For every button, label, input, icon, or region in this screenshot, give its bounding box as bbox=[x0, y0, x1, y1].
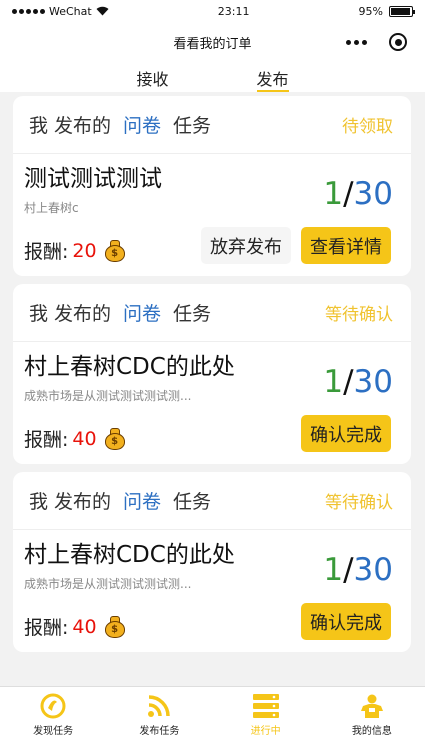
tab-my-info[interactable]: 我的信息 bbox=[319, 687, 425, 741]
server-icon bbox=[252, 693, 280, 719]
card-body: 村上春树CDC的此处 成熟市场是从测试测试测试测... 1/30 报酬: 40 … bbox=[13, 342, 411, 464]
order-list: 我 发布的 问卷 任务 待领取 测试测试测试 村上春树c 1/30 报酬: 20… bbox=[13, 96, 411, 660]
progress-done: 1 bbox=[323, 176, 344, 212]
reward-amount: 40 bbox=[72, 615, 97, 638]
card-type-task: 任务 bbox=[173, 491, 212, 513]
card-type: 我 发布的 问卷 任务 bbox=[29, 299, 211, 326]
reward-amount: 40 bbox=[72, 427, 97, 450]
progress-done: 1 bbox=[323, 364, 344, 400]
more-icon[interactable] bbox=[346, 39, 367, 45]
nav-bar: 看看我的订单 bbox=[0, 22, 425, 62]
reward-amount: 20 bbox=[72, 239, 97, 262]
order-card[interactable]: 我 发布的 问卷 任务 等待确认 村上春树CDC的此处 成熟市场是从测试测试测试… bbox=[13, 472, 411, 652]
card-type-task: 任务 bbox=[173, 115, 212, 137]
tab-publish-task[interactable]: 发布任务 bbox=[106, 687, 212, 741]
abandon-publish-button[interactable]: 放弃发布 bbox=[201, 227, 291, 264]
card-type: 我 发布的 问卷 任务 bbox=[29, 111, 211, 138]
task-progress: 1/30 bbox=[323, 552, 393, 588]
tab-label: 发现任务 bbox=[33, 726, 74, 737]
tab-in-progress[interactable]: 进行中 bbox=[213, 687, 319, 741]
money-bag-icon: $ bbox=[104, 239, 125, 262]
mini-program-capsule bbox=[346, 29, 407, 55]
card-type: 我 发布的 问卷 任务 bbox=[29, 487, 211, 514]
card-type-published: 发布的 bbox=[54, 491, 112, 513]
battery-percent: 95% bbox=[358, 4, 383, 18]
card-type-survey: 问卷 bbox=[123, 491, 162, 513]
battery-icon bbox=[389, 5, 415, 17]
page-title: 看看我的订单 bbox=[173, 36, 252, 52]
rss-icon bbox=[145, 693, 173, 719]
signal-group: WeChat bbox=[12, 5, 109, 18]
progress-total: 30 bbox=[353, 176, 393, 212]
reward-label: 报酬: bbox=[24, 241, 69, 263]
card-type-me: 我 bbox=[29, 491, 49, 513]
card-type-survey: 问卷 bbox=[123, 115, 162, 137]
wifi-icon bbox=[96, 6, 109, 16]
status-badge: 待领取 bbox=[342, 117, 393, 137]
card-header: 我 发布的 问卷 任务 等待确认 bbox=[13, 472, 411, 530]
progress-slash: / bbox=[343, 364, 354, 400]
task-progress: 1/30 bbox=[323, 176, 393, 212]
progress-total: 30 bbox=[353, 552, 393, 588]
progress-done: 1 bbox=[323, 552, 344, 588]
card-body: 村上春树CDC的此处 成熟市场是从测试测试测试测... 1/30 报酬: 40 … bbox=[13, 530, 411, 652]
profile-icon bbox=[358, 693, 386, 719]
card-actions: 确认完成 bbox=[301, 603, 391, 640]
progress-slash: / bbox=[343, 552, 354, 588]
tab-publish[interactable]: 发布 bbox=[256, 62, 289, 92]
card-type-me: 我 bbox=[29, 303, 49, 325]
reward-label: 报酬: bbox=[24, 617, 69, 639]
card-actions: 确认完成 bbox=[301, 415, 391, 452]
order-card[interactable]: 我 发布的 问卷 任务 待领取 测试测试测试 村上春树c 1/30 报酬: 20… bbox=[13, 96, 411, 276]
card-type-published: 发布的 bbox=[54, 115, 112, 137]
card-actions: 放弃发布 查看详情 bbox=[201, 227, 391, 264]
money-bag-icon: $ bbox=[104, 427, 125, 450]
tab-discover[interactable]: 发现任务 bbox=[0, 687, 106, 741]
card-type-me: 我 bbox=[29, 115, 49, 137]
progress-slash: / bbox=[343, 176, 354, 212]
view-details-button[interactable]: 查看详情 bbox=[301, 227, 391, 264]
bottom-tab-bar: 发现任务 发布任务 进行中 我的信息 bbox=[0, 686, 425, 741]
card-header: 我 发布的 问卷 任务 等待确认 bbox=[13, 284, 411, 342]
status-badge: 等待确认 bbox=[325, 493, 393, 513]
card-type-task: 任务 bbox=[173, 303, 212, 325]
order-card[interactable]: 我 发布的 问卷 任务 等待确认 村上春树CDC的此处 成熟市场是从测试测试测试… bbox=[13, 284, 411, 464]
discover-icon bbox=[39, 693, 67, 719]
card-type-published: 发布的 bbox=[54, 303, 112, 325]
tab-receive[interactable]: 接收 bbox=[136, 62, 168, 92]
tab-label: 我的信息 bbox=[351, 726, 392, 737]
money-bag-icon: $ bbox=[104, 615, 125, 638]
progress-total: 30 bbox=[353, 364, 393, 400]
confirm-complete-button[interactable]: 确认完成 bbox=[301, 603, 391, 640]
status-bar: WeChat 23:11 95% bbox=[0, 0, 425, 22]
card-body: 测试测试测试 村上春树c 1/30 报酬: 20 $ 放弃发布 查看详情 bbox=[13, 154, 411, 276]
order-tabs: 接收 发布 bbox=[0, 62, 425, 92]
reward: 报酬: 40 $ bbox=[24, 425, 125, 452]
reward: 报酬: 40 $ bbox=[24, 613, 125, 640]
status-badge: 等待确认 bbox=[325, 305, 393, 325]
signal-icon bbox=[12, 8, 45, 14]
card-header: 我 发布的 问卷 任务 待领取 bbox=[13, 96, 411, 154]
confirm-complete-button[interactable]: 确认完成 bbox=[301, 415, 391, 452]
card-type-survey: 问卷 bbox=[123, 303, 162, 325]
reward: 报酬: 20 $ bbox=[24, 237, 125, 264]
tab-label: 发布任务 bbox=[139, 726, 180, 737]
carrier-label: WeChat bbox=[49, 4, 92, 18]
reward-label: 报酬: bbox=[24, 429, 69, 451]
task-progress: 1/30 bbox=[323, 364, 393, 400]
close-icon[interactable] bbox=[389, 33, 407, 51]
tab-label: 进行中 bbox=[250, 726, 281, 737]
clock: 23:11 bbox=[217, 4, 250, 18]
battery-group: 95% bbox=[358, 4, 415, 18]
